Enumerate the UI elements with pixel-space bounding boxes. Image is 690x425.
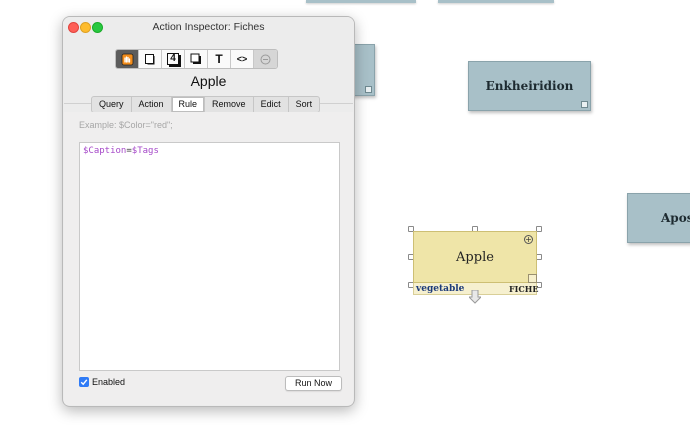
offscreen-note-stub[interactable] — [306, 0, 416, 3]
expand-plus-icon[interactable]: + — [524, 235, 533, 244]
tab-rule[interactable]: Rule — [171, 97, 206, 112]
note-icon — [145, 54, 155, 65]
note-apple[interactable]: Apple + — [413, 231, 537, 283]
window-title: Action Inspector: Fiches — [152, 21, 265, 33]
layers-icon — [190, 53, 201, 64]
code-icon: <> — [236, 54, 248, 64]
action-tabs: Query Action Rule Remove Edict Sort — [91, 96, 321, 113]
remove-icon — [260, 54, 271, 64]
rule-panel: Example: $Color="red"; $Caption=$Tags En… — [64, 112, 353, 405]
appearance-inspector-button[interactable] — [185, 50, 208, 68]
note-apos[interactable]: Apos — [627, 193, 690, 243]
outbound-link-arrow-icon[interactable] — [469, 290, 481, 304]
resize-corner-icon[interactable] — [528, 274, 537, 283]
title-bar[interactable]: Action Inspector: Fiches — [63, 17, 354, 37]
note-title: Apos — [661, 211, 690, 225]
tab-edict[interactable]: Edict — [254, 97, 289, 112]
rule-code-editor[interactable]: $Caption=$Tags — [79, 142, 340, 371]
run-now-button[interactable]: Run Now — [285, 376, 342, 391]
offscreen-note-stub[interactable] — [438, 0, 554, 3]
note-title: Apple — [456, 249, 494, 265]
tab-sort[interactable]: Sort — [289, 97, 320, 112]
note-enkheiridion[interactable]: Enkheiridion — [468, 61, 591, 111]
inspector-type-selector: 4 T <> — [115, 49, 278, 69]
zoom-window-button[interactable] — [92, 22, 103, 33]
example-hint: Example: $Color="red"; — [79, 120, 173, 130]
resize-corner-icon[interactable] — [365, 86, 372, 93]
code-rhs: $Tags — [131, 146, 159, 156]
action-inspector-button[interactable] — [116, 50, 139, 68]
text-icon: T — [215, 52, 223, 66]
prototype-label: FICHE — [509, 284, 539, 294]
action-icon — [121, 53, 133, 65]
tag-label: vegetable — [416, 284, 465, 294]
number-icon: 4 — [167, 53, 179, 65]
minimize-window-button[interactable] — [80, 22, 91, 33]
action-inspector-window: Action Inspector: Fiches 4 T <> Apple Qu… — [62, 16, 355, 407]
tab-action[interactable]: Action — [132, 97, 172, 112]
inspected-note-title: Apple — [190, 73, 227, 89]
code-lhs: $Caption — [83, 146, 127, 156]
properties-inspector-button[interactable]: 4 — [162, 50, 185, 68]
enabled-label: Enabled — [92, 377, 126, 387]
checkmark-icon — [80, 379, 88, 386]
remove-inspector-button[interactable] — [254, 50, 277, 68]
note-title: Enkheiridion — [485, 79, 574, 93]
html-inspector-button[interactable]: <> — [231, 50, 254, 68]
tab-query[interactable]: Query — [92, 97, 132, 112]
close-window-button[interactable] — [68, 22, 79, 33]
tab-remove[interactable]: Remove — [205, 97, 254, 112]
text-inspector-button[interactable]: T — [208, 50, 231, 68]
general-inspector-button[interactable] — [139, 50, 162, 68]
enabled-row: Enabled — [79, 377, 125, 387]
resize-corner-icon[interactable] — [581, 101, 588, 108]
enabled-checkbox[interactable] — [79, 377, 89, 387]
